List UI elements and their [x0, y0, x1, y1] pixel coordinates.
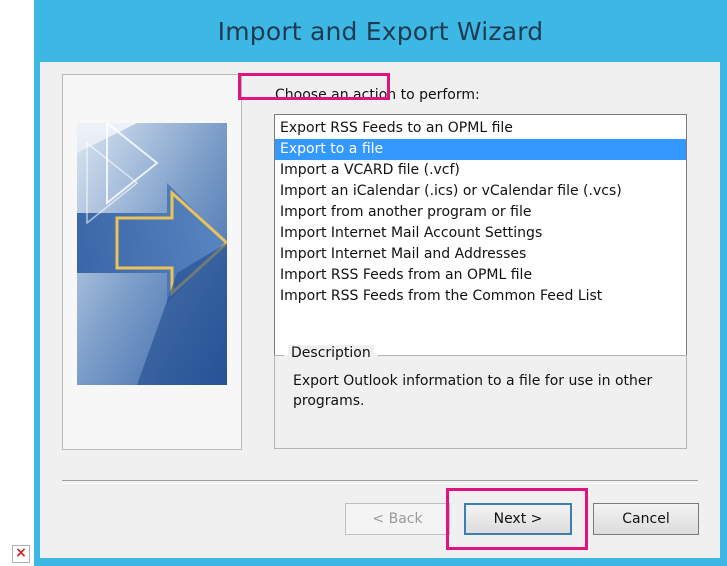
cancel-button[interactable]: Cancel	[593, 503, 699, 535]
title-bar: Import and Export Wizard	[34, 0, 727, 62]
list-item[interactable]: Import Internet Mail Account Settings	[275, 223, 686, 244]
list-item[interactable]: Import RSS Feeds from the Common Feed Li…	[275, 286, 686, 307]
description-legend: Description	[288, 345, 374, 361]
wizard-arrow-graphic	[77, 123, 227, 385]
list-item[interactable]: Export RSS Feeds to an OPML file	[275, 118, 686, 139]
description-border	[274, 355, 284, 356]
description-border	[378, 355, 687, 356]
highlight-next-button	[446, 488, 588, 550]
wizard-body: Choose an action to perform: Export RSS …	[40, 62, 720, 558]
list-item-selected[interactable]: Export to a file	[275, 139, 686, 160]
button-separator	[62, 480, 698, 484]
list-item[interactable]: Import Internet Mail and Addresses	[275, 244, 686, 265]
highlight-export-to-file	[238, 73, 390, 100]
list-item[interactable]: Import from another program or file	[275, 202, 686, 223]
list-item[interactable]: Import RSS Feeds from an OPML file	[275, 265, 686, 286]
back-button[interactable]: < Back	[345, 503, 450, 535]
description-text: Export Outlook information to a file for…	[293, 373, 653, 409]
window-title: Import and Export Wizard	[217, 16, 544, 46]
broken-image-icon: ×	[12, 545, 30, 563]
action-items: Export RSS Feeds to an OPML file Export …	[275, 115, 686, 307]
description-group: Description Export Outlook information t…	[274, 345, 687, 449]
list-item[interactable]: Import a VCARD file (.vcf)	[275, 160, 686, 181]
wizard-image-panel	[62, 74, 242, 450]
list-item[interactable]: Import an iCalendar (.ics) or vCalendar …	[275, 181, 686, 202]
